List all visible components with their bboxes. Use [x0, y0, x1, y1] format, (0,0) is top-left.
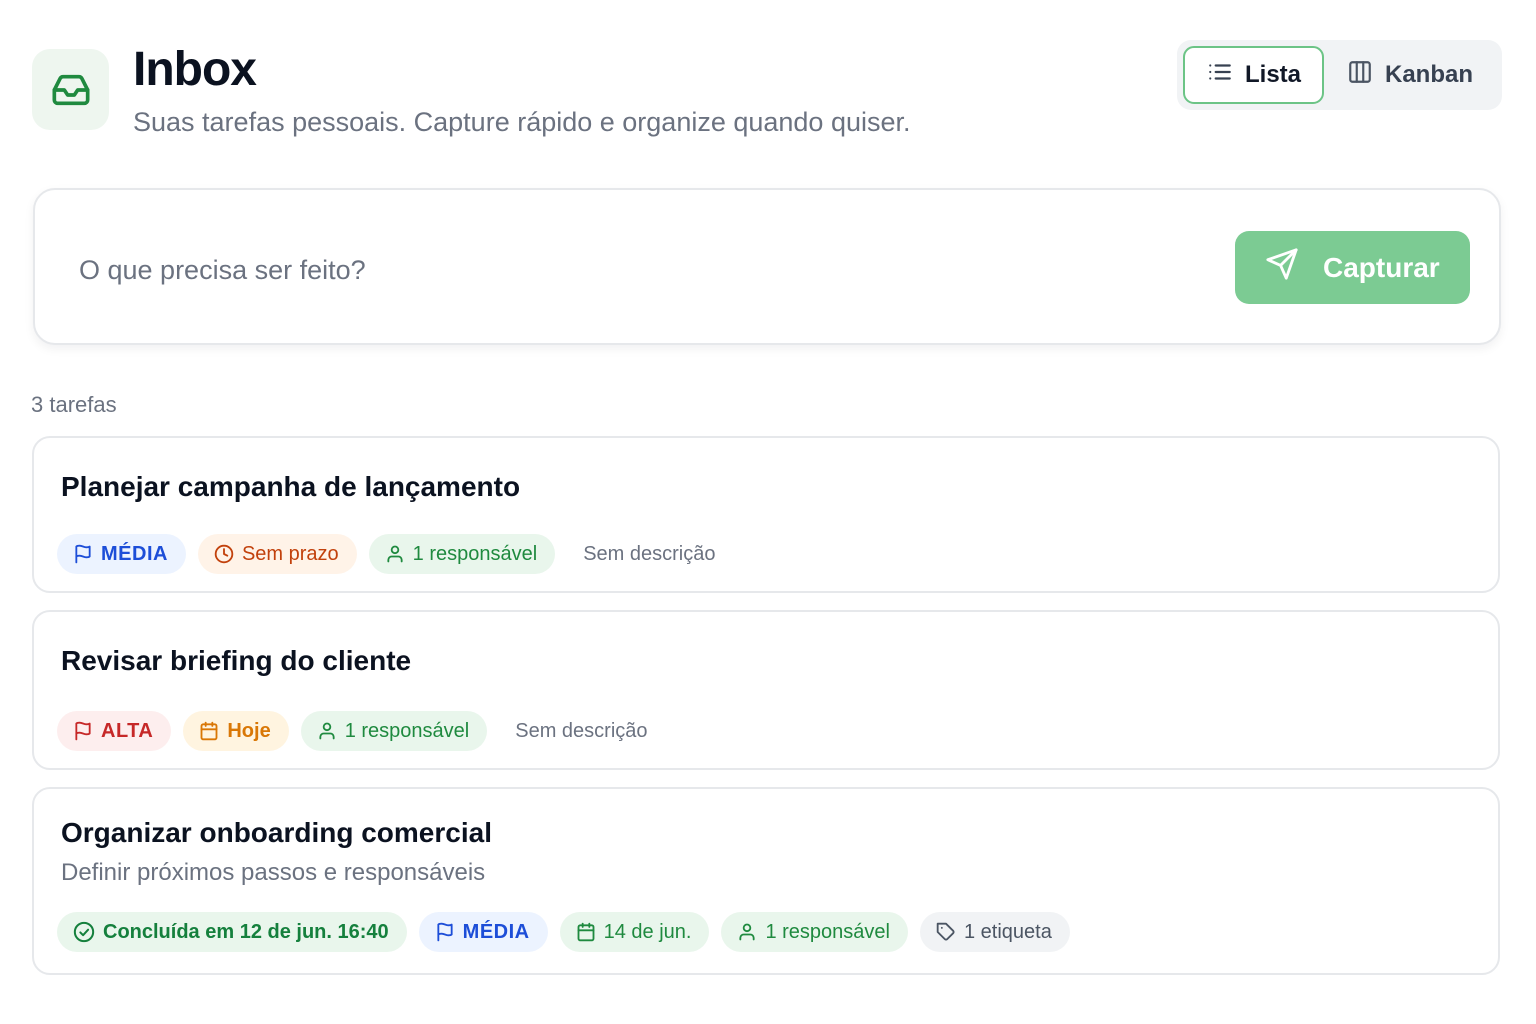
assignee-badge[interactable]: 1 responsável: [300, 711, 488, 751]
columns-icon: [1347, 59, 1373, 92]
calendar-icon: [577, 922, 595, 942]
capture-box: Capturar: [33, 188, 1501, 345]
assignee-label: 1 responsável: [765, 920, 890, 943]
task-description: Definir próximos passos e responsáveis: [61, 859, 486, 886]
task-meta: ALTA Hoje 1 responsável Sem descrição: [57, 711, 648, 751]
user-icon: [387, 545, 403, 563]
assignee-badge[interactable]: 1 responsável: [368, 534, 556, 574]
list-icon: [1207, 59, 1233, 92]
clock-icon: [214, 544, 234, 564]
view-kanban-button[interactable]: Kanban: [1347, 46, 1497, 104]
flag-icon: [75, 544, 91, 564]
flag-icon: [75, 721, 91, 741]
check-circle-icon: [73, 921, 95, 943]
due-label: Hoje: [227, 719, 271, 742]
priority-label: MÉDIA: [462, 920, 530, 943]
calendar-icon: [200, 721, 218, 741]
inbox-page: Inbox Suas tarefas pessoais. Capture ráp…: [0, 0, 1536, 1024]
priority-badge[interactable]: ALTA: [57, 711, 172, 751]
view-lista-label: Lista: [1245, 61, 1302, 88]
tags-label: 1 etiqueta: [964, 920, 1052, 943]
view-kanban-label: Kanban: [1385, 61, 1474, 88]
completed-badge[interactable]: Concluída em 12 de jun. 16:40: [57, 912, 407, 952]
priority-label: MÉDIA: [101, 542, 168, 565]
assignee-label: 1 responsável: [344, 719, 470, 742]
task-meta: Concluída em 12 de jun. 16:40 MÉDIA 14 d…: [57, 912, 1070, 952]
due-badge[interactable]: 14 de jun.: [559, 912, 710, 952]
task-card[interactable]: Planejar campanha de lançamento MÉDIA Se…: [32, 436, 1500, 593]
no-description-label: Sem descrição: [583, 542, 716, 565]
priority-badge[interactable]: MÉDIA: [57, 534, 186, 574]
no-description-label: Sem descrição: [515, 719, 648, 742]
due-label: Sem prazo: [241, 542, 339, 565]
task-meta: MÉDIA Sem prazo 1 responsável Sem descri…: [57, 534, 715, 574]
user-icon: [739, 923, 756, 941]
task-title: Revisar briefing do cliente: [61, 645, 412, 676]
due-badge[interactable]: Hoje: [183, 711, 289, 751]
tags-badge[interactable]: 1 etiqueta: [920, 912, 1070, 952]
task-title: Planejar campanha de lançamento: [61, 471, 521, 502]
task-card[interactable]: Revisar briefing do cliente ALTA Hoje 1 …: [32, 610, 1500, 770]
capture-input[interactable]: [79, 246, 1179, 294]
page-subtitle: Suas tarefas pessoais. Capture rápido e …: [133, 107, 911, 137]
user-icon: [319, 722, 335, 740]
priority-label: ALTA: [101, 719, 154, 742]
send-icon: [1265, 247, 1299, 288]
page-title: Inbox: [133, 43, 257, 96]
completed-label: Concluída em 12 de jun. 16:40: [103, 920, 389, 943]
due-label: 14 de jun.: [603, 920, 692, 943]
task-title: Organizar onboarding comercial: [61, 817, 492, 848]
inbox-icon: [32, 49, 109, 130]
view-lista-button[interactable]: Lista: [1183, 46, 1324, 104]
task-card[interactable]: Organizar onboarding comercial Definir p…: [32, 787, 1500, 975]
flag-icon: [437, 922, 453, 942]
tag-icon: [936, 922, 955, 941]
assignee-label: 1 responsável: [412, 542, 538, 565]
capture-button-label: Capturar: [1323, 251, 1440, 283]
view-toggle: Lista Kanban: [1177, 40, 1502, 110]
due-badge[interactable]: Sem prazo: [197, 534, 357, 574]
task-count: 3 tarefas: [31, 392, 117, 417]
assignee-badge[interactable]: 1 responsável: [721, 912, 908, 952]
priority-badge[interactable]: MÉDIA: [418, 912, 548, 952]
capture-button[interactable]: Capturar: [1235, 231, 1470, 304]
